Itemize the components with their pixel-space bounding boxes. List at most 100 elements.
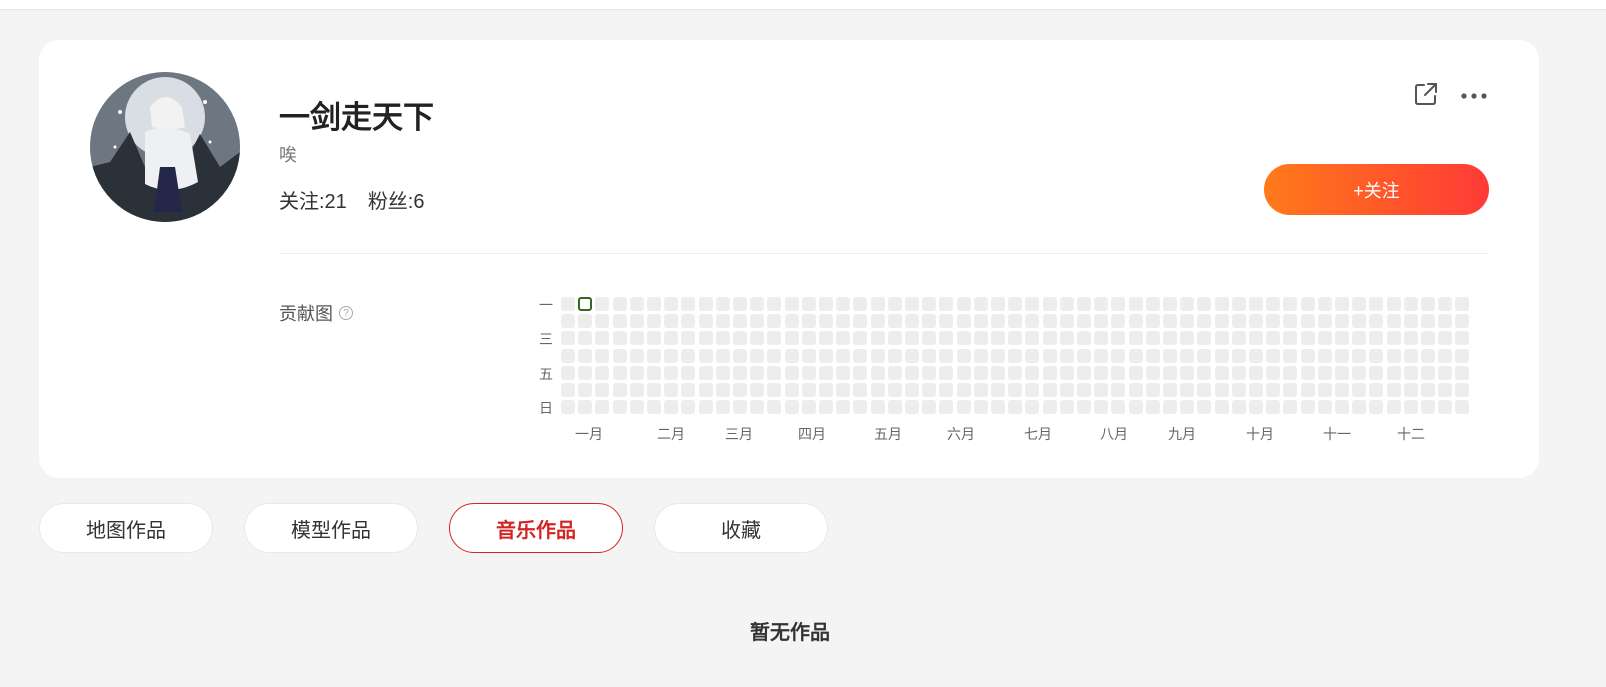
heatmap-cell[interactable]	[1249, 331, 1263, 346]
heatmap-cell[interactable]	[1042, 331, 1057, 346]
heatmap-cell[interactable]	[1455, 365, 1470, 380]
heatmap-cell[interactable]	[973, 348, 988, 363]
heatmap-cell[interactable]	[887, 297, 902, 311]
followers-count[interactable]: 粉丝:6	[368, 185, 425, 214]
heatmap-cell[interactable]	[870, 400, 885, 415]
heatmap-cell[interactable]	[1455, 400, 1470, 415]
heatmap-cell[interactable]	[1438, 348, 1453, 363]
heatmap-cell[interactable]	[819, 314, 833, 329]
heatmap-cell[interactable]	[887, 365, 902, 380]
heatmap-cell[interactable]	[750, 297, 765, 311]
heatmap-cell[interactable]	[715, 348, 730, 363]
heatmap-cell[interactable]	[698, 348, 713, 363]
heatmap-cell[interactable]	[887, 331, 902, 346]
heatmap-cell[interactable]	[1180, 348, 1195, 363]
heatmap-cell[interactable]	[1266, 400, 1281, 415]
heatmap-cell[interactable]	[1197, 400, 1212, 415]
heatmap-cell[interactable]	[939, 297, 954, 311]
heatmap-cell[interactable]	[836, 331, 851, 346]
heatmap-cell[interactable]	[819, 348, 833, 363]
heatmap-cell[interactable]	[836, 348, 851, 363]
heatmap-cell[interactable]	[1266, 365, 1281, 380]
heatmap-cell[interactable]	[578, 297, 593, 311]
heatmap-cell[interactable]	[1214, 383, 1229, 397]
heatmap-cell[interactable]	[1421, 314, 1435, 329]
heatmap-cell[interactable]	[715, 314, 730, 329]
heatmap-cell[interactable]	[1145, 297, 1160, 311]
heatmap-cell[interactable]	[1111, 348, 1126, 363]
heatmap-cell[interactable]	[853, 348, 868, 363]
heatmap-cell[interactable]	[1128, 383, 1143, 397]
heatmap-cell[interactable]	[1145, 365, 1160, 380]
heatmap-cell[interactable]	[1059, 331, 1074, 346]
heatmap-cell[interactable]	[1438, 314, 1453, 329]
heatmap-cell[interactable]	[767, 400, 782, 415]
heatmap-cell[interactable]	[750, 348, 765, 363]
heatmap-cell[interactable]	[578, 365, 593, 380]
heatmap-cell[interactable]	[561, 348, 575, 363]
heatmap-cell[interactable]	[836, 365, 851, 380]
heatmap-cell[interactable]	[578, 383, 593, 397]
heatmap-cell[interactable]	[612, 383, 627, 397]
heatmap-cell[interactable]	[1042, 383, 1057, 397]
avatar[interactable]	[90, 72, 240, 222]
heatmap-cell[interactable]	[1008, 400, 1023, 415]
heatmap-cell[interactable]	[991, 365, 1005, 380]
heatmap-cell[interactable]	[647, 365, 661, 380]
heatmap-cell[interactable]	[1421, 383, 1435, 397]
heatmap-cell[interactable]	[750, 400, 765, 415]
heatmap-cell[interactable]	[561, 400, 575, 415]
heatmap-cell[interactable]	[870, 331, 885, 346]
heatmap-cell[interactable]	[578, 400, 593, 415]
heatmap-cell[interactable]	[1266, 297, 1281, 311]
heatmap-cell[interactable]	[784, 297, 799, 311]
heatmap-cell[interactable]	[1145, 383, 1160, 397]
heatmap-cell[interactable]	[1335, 400, 1349, 415]
heatmap-cell[interactable]	[1455, 383, 1470, 397]
heatmap-cell[interactable]	[647, 314, 661, 329]
heatmap-cell[interactable]	[1094, 348, 1109, 363]
heatmap-cell[interactable]	[1008, 297, 1023, 311]
heatmap-cell[interactable]	[1025, 348, 1040, 363]
heatmap-cell[interactable]	[1197, 331, 1212, 346]
heatmap-cell[interactable]	[1180, 331, 1195, 346]
heatmap-cell[interactable]	[733, 400, 747, 415]
heatmap-cell[interactable]	[681, 365, 696, 380]
heatmap-cell[interactable]	[784, 348, 799, 363]
heatmap-cell[interactable]	[819, 383, 833, 397]
heatmap-cell[interactable]	[681, 297, 696, 311]
heatmap-cell[interactable]	[1197, 365, 1212, 380]
heatmap-cell[interactable]	[1180, 297, 1195, 311]
heatmap-cell[interactable]	[1042, 348, 1057, 363]
heatmap-cell[interactable]	[629, 314, 644, 329]
heatmap-cell[interactable]	[561, 314, 575, 329]
heatmap-cell[interactable]	[681, 348, 696, 363]
heatmap-cell[interactable]	[1180, 365, 1195, 380]
heatmap-cell[interactable]	[1455, 331, 1470, 346]
heatmap-cell[interactable]	[973, 400, 988, 415]
heatmap-cell[interactable]	[939, 331, 954, 346]
heatmap-cell[interactable]	[698, 400, 713, 415]
heatmap-cell[interactable]	[1214, 314, 1229, 329]
heatmap-cell[interactable]	[1300, 331, 1315, 346]
heatmap-cell[interactable]	[629, 297, 644, 311]
heatmap-cell[interactable]	[612, 400, 627, 415]
heatmap-cell[interactable]	[698, 383, 713, 397]
heatmap-cell[interactable]	[733, 348, 747, 363]
heatmap-cell[interactable]	[1094, 297, 1109, 311]
heatmap-cell[interactable]	[922, 331, 937, 346]
heatmap-cell[interactable]	[595, 365, 610, 380]
heatmap-cell[interactable]	[647, 331, 661, 346]
heatmap-cell[interactable]	[1231, 383, 1246, 397]
heatmap-cell[interactable]	[767, 365, 782, 380]
heatmap-cell[interactable]	[1059, 400, 1074, 415]
heatmap-cell[interactable]	[1386, 400, 1401, 415]
heatmap-cell[interactable]	[1180, 400, 1195, 415]
heatmap-cell[interactable]	[1163, 348, 1177, 363]
heatmap-cell[interactable]	[973, 365, 988, 380]
heatmap-cell[interactable]	[1438, 365, 1453, 380]
heatmap-cell[interactable]	[1249, 365, 1263, 380]
heatmap-cell[interactable]	[1249, 348, 1263, 363]
heatmap-cell[interactable]	[629, 383, 644, 397]
heatmap-cell[interactable]	[956, 331, 971, 346]
